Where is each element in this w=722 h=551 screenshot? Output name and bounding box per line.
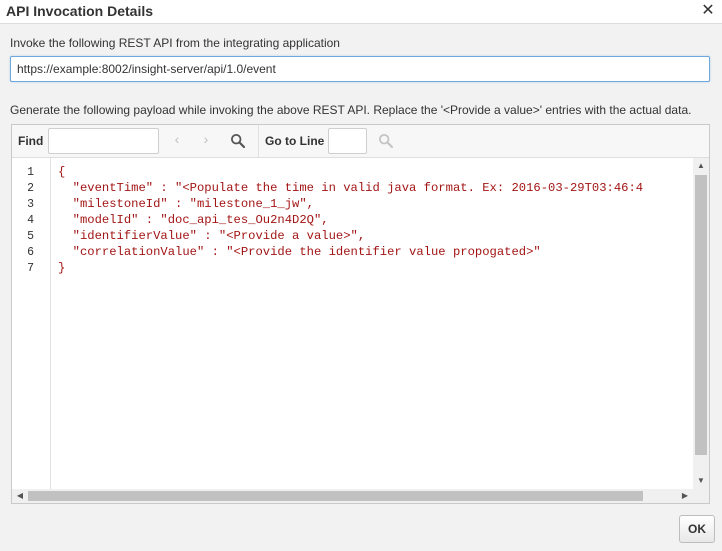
scroll-up-icon[interactable]: ▲ (693, 158, 709, 174)
line-number: 6 (27, 246, 34, 259)
invoke-label: Invoke the following REST API from the i… (10, 36, 340, 50)
toolbar-divider (258, 125, 259, 157)
find-label: Find (18, 134, 44, 148)
dialog-title: API Invocation Details (6, 3, 154, 19)
ok-button[interactable]: OK (679, 515, 715, 543)
code-line: { (58, 165, 66, 179)
code-line: } (58, 261, 66, 275)
line-number: 2 (27, 182, 34, 195)
find-input[interactable] (48, 128, 159, 154)
rest-api-url-input[interactable] (10, 56, 710, 82)
scroll-left-icon[interactable]: ◀ (12, 488, 28, 504)
editor-toolbar: Find ‹ › Go to Line (12, 125, 709, 158)
horizontal-scrollbar[interactable]: ◀ ▶ (12, 489, 693, 503)
line-number: 5 (27, 230, 34, 243)
vertical-scrollbar[interactable]: ▲ ▼ (693, 158, 709, 489)
code-line: "modelId" : "doc_api_tes_Ou2n4D2Q", (58, 213, 329, 227)
vertical-scroll-thumb[interactable] (695, 175, 707, 455)
code-area[interactable]: { "eventTime" : "<Populate the time in v… (52, 158, 693, 489)
api-invocation-dialog: API Invocation Details ✕ Invoke the foll… (0, 0, 722, 551)
close-icon[interactable]: ✕ (700, 2, 716, 20)
line-number: 4 (27, 214, 34, 227)
goto-line-input[interactable] (328, 128, 367, 154)
goto-search-icon[interactable] (378, 133, 394, 149)
payload-label: Generate the following payload while inv… (10, 103, 692, 117)
goto-line-label: Go to Line (265, 134, 325, 148)
scroll-right-icon[interactable]: ▶ (677, 488, 693, 504)
code-line: "correlationValue" : "<Provide the ident… (58, 245, 541, 259)
search-icon[interactable] (230, 133, 246, 149)
code-line: "milestoneId" : "milestone_1_jw", (58, 197, 314, 211)
code-line: "identifierValue" : "<Provide a value>", (58, 229, 366, 243)
code-line: "eventTime" : "<Populate the time in val… (58, 181, 644, 195)
dialog-titlebar: API Invocation Details ✕ (0, 0, 722, 24)
line-number: 7 (27, 262, 34, 275)
line-number-gutter: 1 2 3 4 5 6 7 (12, 158, 51, 489)
horizontal-scroll-thumb[interactable] (28, 491, 643, 501)
chevron-left-icon[interactable]: ‹ (169, 131, 185, 147)
line-number: 3 (27, 198, 34, 211)
line-number: 1 (27, 166, 34, 179)
scroll-down-icon[interactable]: ▼ (693, 473, 709, 489)
chevron-right-icon[interactable]: › (198, 131, 214, 147)
payload-editor[interactable]: Find ‹ › Go to Line 1 2 3 4 5 6 7 {"eve… (11, 124, 710, 504)
scrollbar-corner (693, 489, 709, 503)
